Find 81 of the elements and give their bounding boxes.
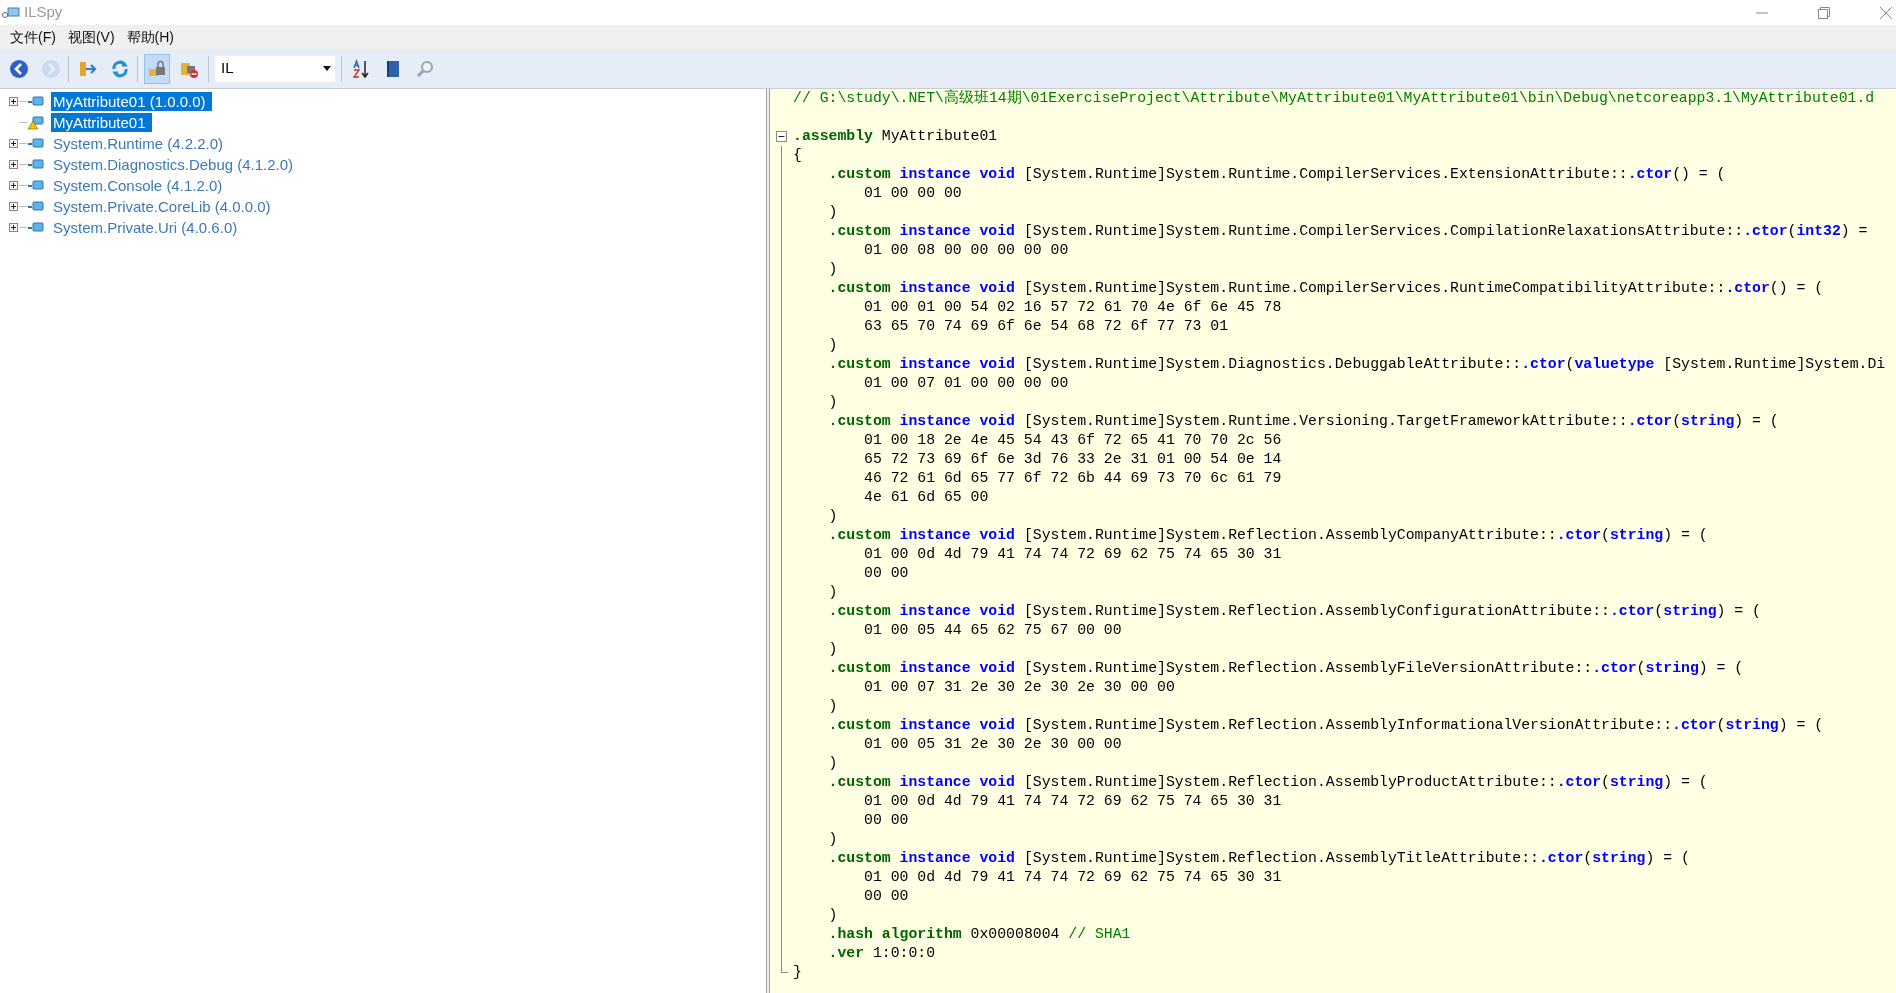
lock-icon bbox=[147, 58, 167, 79]
app-icon bbox=[2, 5, 20, 20]
tree-item[interactable]: System.Console (4.1.2.0) bbox=[51, 176, 229, 195]
close-icon[interactable] bbox=[1880, 6, 1892, 19]
sort-icon bbox=[351, 58, 371, 79]
tree-item[interactable]: System.Private.Uri (4.0.6.0) bbox=[51, 218, 244, 237]
tree-item[interactable]: MyAttribute01 (1.0.0.0) bbox=[51, 92, 212, 111]
window-title: ILSpy bbox=[24, 2, 63, 23]
code-line: .custom instance void [System.Runtime]System.Diagnostics.DebuggableAttribute::.ctor(valuetype [System.Runtime]System.Di bbox=[827, 355, 1886, 374]
tree-item[interactable]: MyAttribute01 bbox=[51, 113, 152, 132]
expand-toggle-icon[interactable] bbox=[8, 97, 18, 106]
code-line: 01 00 00 00 bbox=[863, 184, 962, 203]
code-line: .custom instance void [System.Runtime]System.Runtime.CompilerServices.CompilationRelaxationsAttribute::.ctor(int32) = bbox=[827, 222, 1868, 241]
code-line: 00 00 bbox=[863, 564, 909, 583]
code-line: 01 00 07 01 00 00 00 00 bbox=[863, 374, 1069, 393]
menu-item[interactable]: 帮助(H) bbox=[120, 26, 180, 48]
code-line: 46 72 61 6d 65 77 6f 72 6b 44 69 73 70 6c 61 79 bbox=[863, 469, 1282, 488]
code-line: .custom instance void [System.Runtime]System.Reflection.AssemblyInformationalVersionAttribute::.ctor(string) = ( bbox=[827, 716, 1824, 735]
search-icon bbox=[415, 58, 435, 79]
code-line: .custom instance void [System.Runtime]System.Reflection.AssemblyProductAttribute::.ctor(string) = ( bbox=[827, 773, 1708, 792]
code-line: ) bbox=[827, 583, 838, 602]
code-line: 01 00 05 31 2e 30 2e 30 00 00 bbox=[863, 735, 1122, 754]
code-line: ) bbox=[827, 830, 838, 849]
code-line: .hash algorithm 0x00008004 // SHA1 bbox=[827, 925, 1131, 944]
code-line: .ver 1:0:0:0 bbox=[827, 944, 936, 963]
assembly-icon bbox=[28, 158, 44, 171]
assembly-icon bbox=[28, 95, 44, 108]
code-line: .custom instance void [System.Runtime]System.Runtime.Versioning.TargetFrameworkAttribute::.ctor(string) = ( bbox=[827, 412, 1779, 431]
code-line: 01 00 07 31 2e 30 2e 30 2e 30 00 00 bbox=[863, 678, 1175, 697]
code-line: 00 00 bbox=[863, 887, 909, 906]
code-line: .custom instance void [System.Runtime]System.Reflection.AssemblyTitleAttribute::.ctor(string) = ( bbox=[827, 849, 1690, 868]
code-line: 00 00 bbox=[863, 811, 909, 830]
collapse-icon[interactable] bbox=[776, 131, 787, 142]
code-line: 4e 61 6d 65 00 bbox=[863, 488, 989, 507]
language-dropdown[interactable]: IL bbox=[215, 55, 335, 82]
code-line: .custom instance void [System.Runtime]System.Runtime.CompilerServices.ExtensionAttribute::.ctor() = ( bbox=[827, 165, 1726, 184]
code-line: 01 00 05 44 65 62 75 67 00 00 bbox=[863, 621, 1122, 640]
expand-toggle-icon[interactable] bbox=[8, 202, 18, 211]
code-line: .custom instance void [System.Runtime]System.Reflection.AssemblyCompanyAttribute::.ctor(string) = ( bbox=[827, 526, 1708, 545]
code-line: 01 00 0d 4d 79 41 74 74 72 69 62 75 74 65 30 31 bbox=[863, 868, 1282, 887]
menu-item[interactable]: 文件(F) bbox=[4, 26, 62, 48]
tree-item[interactable]: System.Diagnostics.Debug (4.1.2.0) bbox=[51, 155, 300, 174]
tree-item[interactable]: System.Runtime (4.2.2.0) bbox=[51, 134, 230, 153]
tree-item[interactable]: System.Private.CoreLib (4.0.0.0) bbox=[51, 197, 277, 216]
restore-icon[interactable] bbox=[1818, 6, 1830, 19]
code-line: 63 65 70 74 69 6f 6e 54 68 72 6f 77 73 01 bbox=[863, 317, 1229, 336]
code-line: 65 72 73 69 6f 6e 3d 76 33 2e 31 01 00 54 0e 14 bbox=[863, 450, 1282, 469]
code-line: .custom instance void [System.Runtime]System.Reflection.AssemblyFileVersionAttribute::.ctor(string) = ( bbox=[827, 659, 1744, 678]
code-line: { bbox=[793, 146, 802, 165]
code-line: ) bbox=[827, 260, 838, 279]
expand-toggle-icon[interactable] bbox=[8, 160, 18, 169]
expand-toggle-icon[interactable] bbox=[8, 139, 18, 148]
expand-toggle-icon[interactable] bbox=[8, 223, 18, 232]
module-warning-icon bbox=[28, 115, 44, 130]
assembly-icon bbox=[28, 179, 44, 192]
code-line: ) bbox=[827, 203, 838, 222]
code-line: 01 00 01 00 54 02 16 57 72 61 70 4e 6f 6e 45 78 bbox=[863, 298, 1282, 317]
toolbar-button[interactable] bbox=[144, 53, 170, 84]
code-line: 01 00 18 2e 4e 45 54 43 6f 72 65 41 70 70 2c 56 bbox=[863, 431, 1282, 450]
code-line: ) bbox=[827, 906, 838, 925]
code-line: ) bbox=[827, 640, 838, 659]
refresh-icon bbox=[110, 58, 130, 79]
code-line: // G:\study\.NET\高级班14期\01ExerciseProject\Attribute\MyAttribute01\MyAttribute01\bin\Debug\netcoreapp3.1\MyAttribute01.d bbox=[793, 89, 1875, 108]
menu-item[interactable]: 视图(V) bbox=[61, 26, 121, 48]
dropdown-caret-icon bbox=[323, 66, 331, 71]
code-line: ) bbox=[827, 697, 838, 716]
code-line: 01 00 0d 4d 79 41 74 74 72 69 62 75 74 65 30 31 bbox=[863, 545, 1282, 564]
code-line: } bbox=[793, 963, 802, 982]
code-line: ) bbox=[827, 507, 838, 526]
assembly-icon bbox=[28, 137, 44, 150]
code-line: ) bbox=[827, 393, 838, 412]
code-line: .custom instance void [System.Runtime]System.Runtime.CompilerServices.RuntimeCompatibilityAttribute::.ctor() = ( bbox=[827, 279, 1824, 298]
code-line: .assembly MyAttribute01 bbox=[793, 127, 998, 146]
code-line: ) bbox=[827, 336, 838, 355]
code-line: .custom instance void [System.Runtime]System.Reflection.AssemblyConfigurationAttribute::.ctor(string) = ( bbox=[827, 602, 1761, 621]
code-line: ) bbox=[827, 754, 838, 773]
assembly-icon bbox=[28, 221, 44, 234]
expand-toggle-icon[interactable] bbox=[8, 181, 18, 190]
code-line: 01 00 08 00 00 00 00 00 bbox=[863, 241, 1069, 260]
code-line: 01 00 0d 4d 79 41 74 74 72 69 62 75 74 65 30 31 bbox=[863, 792, 1282, 811]
assembly-icon bbox=[28, 200, 44, 213]
